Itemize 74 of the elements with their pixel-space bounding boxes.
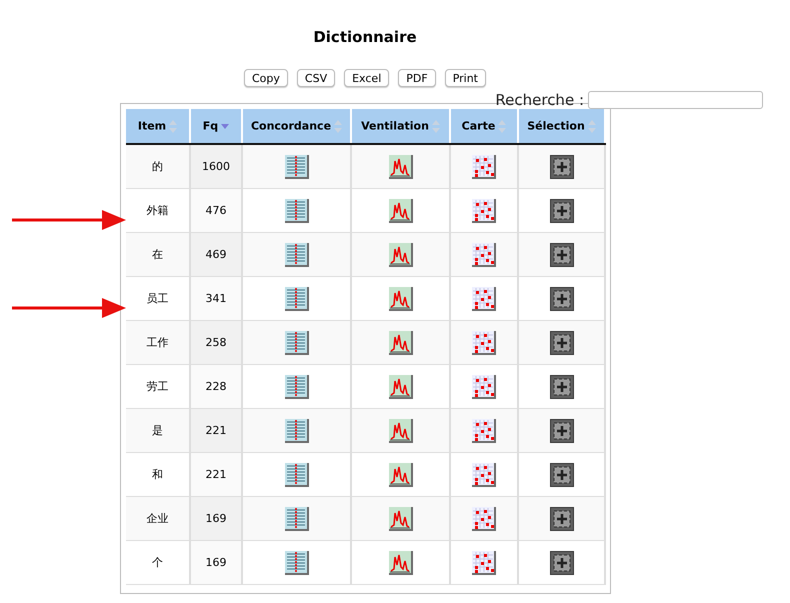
export-button[interactable]: Excel bbox=[344, 69, 390, 87]
frequency-text: 169 bbox=[206, 512, 226, 525]
list-icon[interactable] bbox=[284, 374, 308, 398]
list-icon[interactable] bbox=[284, 198, 308, 222]
scatter-grid-icon[interactable] bbox=[472, 418, 496, 442]
list-icon[interactable] bbox=[284, 154, 308, 178]
item-text: 劳工 bbox=[146, 380, 168, 393]
add-square-icon[interactable] bbox=[550, 418, 574, 442]
item-text: 工作 bbox=[146, 336, 168, 349]
page-title: Dictionnaire bbox=[313, 28, 417, 46]
add-square-icon[interactable] bbox=[550, 330, 574, 354]
scatter-grid-icon[interactable] bbox=[472, 462, 496, 486]
frequency-text: 221 bbox=[206, 424, 226, 437]
line-chart-icon[interactable] bbox=[388, 154, 412, 178]
line-chart-icon[interactable] bbox=[388, 462, 412, 486]
scatter-grid-icon[interactable] bbox=[472, 330, 496, 354]
scatter-grid-icon[interactable] bbox=[472, 550, 496, 574]
line-chart-icon[interactable] bbox=[388, 330, 412, 354]
export-button[interactable]: Copy bbox=[244, 69, 288, 87]
frequency-text: 258 bbox=[206, 336, 226, 349]
list-icon[interactable] bbox=[284, 330, 308, 354]
export-button[interactable]: CSV bbox=[296, 69, 336, 87]
column-header[interactable]: Sélection bbox=[518, 109, 605, 144]
scatter-grid-icon[interactable] bbox=[472, 286, 496, 310]
add-square-icon[interactable] bbox=[550, 198, 574, 222]
add-square-icon[interactable] bbox=[550, 154, 574, 178]
export-button[interactable]: Print bbox=[444, 69, 486, 87]
column-header[interactable]: Concordance bbox=[242, 109, 351, 144]
add-square-icon[interactable] bbox=[550, 462, 574, 486]
item-text: 是 bbox=[152, 424, 163, 437]
frequency-text: 221 bbox=[206, 468, 226, 481]
column-header[interactable]: Fq bbox=[190, 109, 242, 144]
search-label: Recherche : bbox=[495, 91, 584, 109]
add-square-icon[interactable] bbox=[550, 374, 574, 398]
item-text: 个 bbox=[152, 556, 163, 569]
item-text: 在 bbox=[152, 248, 163, 261]
scatter-grid-icon[interactable] bbox=[472, 198, 496, 222]
scatter-grid-icon[interactable] bbox=[472, 242, 496, 266]
export-button[interactable]: PDF bbox=[398, 69, 436, 87]
scatter-grid-icon[interactable] bbox=[472, 506, 496, 530]
frequency-text: 476 bbox=[206, 204, 226, 217]
line-chart-icon[interactable] bbox=[388, 242, 412, 266]
item-text: 的 bbox=[152, 160, 163, 173]
frequency-text: 169 bbox=[206, 556, 226, 569]
scatter-grid-icon[interactable] bbox=[472, 374, 496, 398]
line-chart-icon[interactable] bbox=[388, 418, 412, 442]
scatter-grid-icon[interactable] bbox=[472, 154, 496, 178]
item-text: 企业 bbox=[146, 512, 168, 525]
list-icon[interactable] bbox=[284, 550, 308, 574]
line-chart-icon[interactable] bbox=[388, 198, 412, 222]
column-header[interactable]: Carte bbox=[450, 109, 518, 144]
frequency-text: 469 bbox=[206, 248, 226, 261]
item-text: 外籍 bbox=[146, 204, 168, 217]
list-icon[interactable] bbox=[284, 418, 308, 442]
frequency-text: 341 bbox=[206, 292, 226, 305]
item-text: 和 bbox=[152, 468, 163, 481]
search-field[interactable] bbox=[588, 91, 763, 109]
line-chart-icon[interactable] bbox=[388, 374, 412, 398]
add-square-icon[interactable] bbox=[550, 506, 574, 530]
add-square-icon[interactable] bbox=[550, 286, 574, 310]
line-chart-icon[interactable] bbox=[388, 506, 412, 530]
frequency-text: 228 bbox=[206, 380, 226, 393]
column-header[interactable]: Item bbox=[126, 109, 190, 144]
frequency-text: 1600 bbox=[202, 160, 230, 173]
list-icon[interactable] bbox=[284, 242, 308, 266]
add-square-icon[interactable] bbox=[550, 550, 574, 574]
column-header[interactable]: Ventilation bbox=[351, 109, 450, 144]
add-square-icon[interactable] bbox=[550, 242, 574, 266]
line-chart-icon[interactable] bbox=[388, 550, 412, 574]
line-chart-icon[interactable] bbox=[388, 286, 412, 310]
list-icon[interactable] bbox=[284, 286, 308, 310]
list-icon[interactable] bbox=[284, 506, 308, 530]
list-icon[interactable] bbox=[284, 462, 308, 486]
item-text: 员工 bbox=[146, 292, 168, 305]
